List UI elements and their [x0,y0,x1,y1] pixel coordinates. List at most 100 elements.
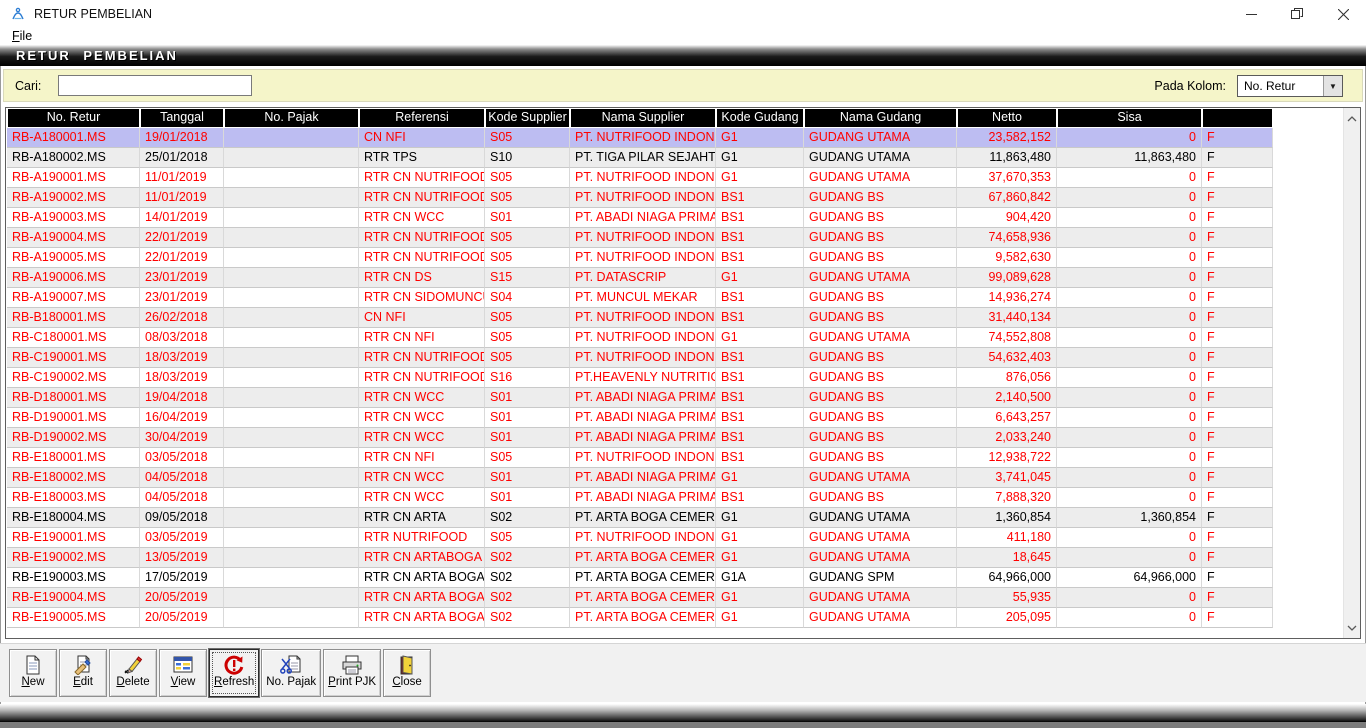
menu-bar: File [0,28,1366,45]
table-cell: G1 [716,468,804,488]
table-row[interactable]: RB-E190003.MS17/05/2019RTR CN ARTA BOGAS… [7,568,1273,588]
table-row[interactable]: RB-E180003.MS04/05/2018RTR CN WCCS01PT. … [7,488,1273,508]
table-cell: PT. NUTRIFOOD INDONESIA [570,308,716,328]
table-cell: S05 [485,188,570,208]
menu-file[interactable]: File [9,28,35,44]
table-row[interactable]: RB-E180001.MS03/05/2018RTR CN NFIS05PT. … [7,448,1273,468]
table-row[interactable]: RB-D190001.MS16/04/2019RTR CN WCCS01PT. … [7,408,1273,428]
column-header-referensi[interactable]: Referensi [359,108,485,128]
table-cell: RB-A190005.MS [7,248,140,268]
table-row[interactable]: RB-A180002.MS25/01/2018RTR TPSS10PT. TIG… [7,148,1273,168]
table-cell: 17/05/2019 [140,568,224,588]
table-row[interactable]: RB-C180001.MS08/03/2018RTR CN NFIS05PT. … [7,328,1273,348]
table-cell: PT. NUTRIFOOD INDONESIA [570,128,716,148]
table-cell: RB-D180001.MS [7,388,140,408]
new-button-label: New [21,676,44,688]
table-row[interactable]: RB-A190006.MS23/01/2019RTR CN DSS15PT. D… [7,268,1273,288]
refresh-button[interactable]: Refresh [209,649,259,697]
column-filter-dropdown[interactable]: No. Retur ▼ [1237,75,1343,97]
column-header-flag[interactable] [1202,108,1273,128]
table-cell: RB-E190004.MS [7,588,140,608]
column-header-sisa[interactable]: Sisa [1057,108,1202,128]
table-row[interactable]: RB-A190003.MS14/01/2019RTR CN WCCS01PT. … [7,208,1273,228]
restore-button[interactable] [1274,0,1320,28]
close-form-button-label: Close [392,676,421,688]
scroll-up-button[interactable] [1344,110,1360,127]
table-row[interactable]: RB-A190004.MS22/01/2019RTR CN NUTRIFOODS… [7,228,1273,248]
table-cell: PT. NUTRIFOOD INDONESIA [570,448,716,468]
view-button[interactable]: View [159,649,207,697]
column-header-tanggal[interactable]: Tanggal [140,108,224,128]
column-header-no-pajak[interactable]: No. Pajak [224,108,359,128]
table-cell: F [1202,328,1273,348]
table-cell: 22/01/2019 [140,228,224,248]
table-cell: RTR CN NUTRIFOOD [359,248,485,268]
vertical-scrollbar[interactable] [1343,108,1360,638]
scroll-down-button[interactable] [1344,619,1360,636]
table-cell: F [1202,248,1273,268]
table-row[interactable]: RB-A190001.MS11/01/2019RTR CN NUTRIFOODS… [7,168,1273,188]
table-cell: RTR CN NUTRIFOOD [359,228,485,248]
close-button[interactable] [1320,0,1366,28]
table-row[interactable]: RB-B180001.MS26/02/2018CN NFIS05PT. NUTR… [7,308,1273,328]
table-row[interactable]: RB-A190005.MS22/01/2019RTR CN NUTRIFOODS… [7,248,1273,268]
table-cell: RB-E190005.MS [7,608,140,628]
no-pajak-button[interactable]: No. Pajak [261,649,321,697]
table-row[interactable]: RB-E180002.MS04/05/2018RTR CN WCCS01PT. … [7,468,1273,488]
table-cell: 0 [1057,528,1202,548]
table-row[interactable]: RB-E190004.MS20/05/2019RTR CN ARTA BOGAS… [7,588,1273,608]
table-row[interactable]: RB-E180004.MS09/05/2018RTR CN ARTAS02PT.… [7,508,1273,528]
column-header-kode-supplier[interactable]: Kode Supplier [485,108,570,128]
table-row[interactable]: RB-D190002.MS30/04/2019RTR CN WCCS01PT. … [7,428,1273,448]
table-cell: S05 [485,248,570,268]
table-cell: 0 [1057,188,1202,208]
table-cell: GUDANG UTAMA [804,508,957,528]
window-title: RETUR PEMBELIAN [34,7,152,21]
edit-button[interactable]: Edit [59,649,107,697]
table-row[interactable]: RB-E190001.MS03/05/2019RTR NUTRIFOODS05P… [7,528,1273,548]
table-row[interactable]: RB-E190005.MS20/05/2019RTR CN ARTA BOGAS… [7,608,1273,628]
table-row[interactable]: RB-A190007.MS23/01/2019RTR CN SIDOMUNCUL… [7,288,1273,308]
table-cell: RTR CN WCC [359,428,485,448]
table-cell: 0 [1057,468,1202,488]
table-cell: GUDANG BS [804,248,957,268]
print-pjk-button[interactable]: Print PJK [323,649,381,697]
minimize-button[interactable] [1228,0,1274,28]
table-cell: S02 [485,548,570,568]
delete-button[interactable]: Delete [109,649,157,697]
table-cell: 205,095 [957,608,1057,628]
table-cell: GUDANG UTAMA [804,148,957,168]
bottom-toolbar: New Edit Delete View Refresh [0,643,1366,702]
chevron-down-icon[interactable]: ▼ [1323,76,1342,96]
table-cell: G1A [716,568,804,588]
table-row[interactable]: RB-C190001.MS18/03/2019RTR CN NUTRIFOODS… [7,348,1273,368]
table-row[interactable]: RB-A180001.MS19/01/2018CN NFIS05PT. NUTR… [7,128,1273,148]
table-cell: 0 [1057,308,1202,328]
table-cell: 03/05/2018 [140,448,224,468]
table-row[interactable]: RB-A190002.MS11/01/2019RTR CN NUTRIFOODS… [7,188,1273,208]
table-row[interactable]: RB-D180001.MS19/04/2018RTR CN WCCS01PT. … [7,388,1273,408]
search-input[interactable] [58,75,252,96]
table-cell: PT. ARTA BOGA CEMERLANG [570,548,716,568]
table-cell: 0 [1057,408,1202,428]
table-cell: 0 [1057,608,1202,628]
table-cell: S01 [485,488,570,508]
column-header-nama-gudang[interactable]: Nama Gudang [804,108,957,128]
column-header-no-retur[interactable]: No. Retur [7,108,140,128]
column-header-nama-supplier[interactable]: Nama Supplier [570,108,716,128]
new-button[interactable]: New [9,649,57,697]
column-header-kode-gudang[interactable]: Kode Gudang [716,108,804,128]
table-cell: 0 [1057,588,1202,608]
table-cell: 11/01/2019 [140,168,224,188]
close-form-button[interactable]: Close [383,649,431,697]
table-row[interactable]: RB-E190002.MS13/05/2019RTR CN ARTABOGAS0… [7,548,1273,568]
table-cell: S15 [485,268,570,288]
table-cell: 74,658,936 [957,228,1057,248]
column-header-netto[interactable]: Netto [957,108,1057,128]
table-cell: RB-A180001.MS [7,128,140,148]
table-cell: GUDANG UTAMA [804,468,957,488]
table-cell: RB-D190002.MS [7,428,140,448]
table-cell: F [1202,288,1273,308]
table-cell: 2,033,240 [957,428,1057,448]
table-row[interactable]: RB-C190002.MS18/03/2019RTR CN NUTRIFOODS… [7,368,1273,388]
